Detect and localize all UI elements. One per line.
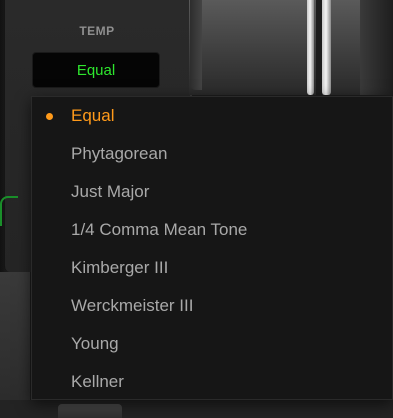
menu-item-label: Equal (71, 106, 115, 125)
menu-item-label: Werckmeister III (71, 296, 194, 315)
temp-value: Equal (76, 62, 116, 79)
menu-item-kellner[interactable]: Kellner (32, 363, 392, 401)
green-accent-line (0, 196, 18, 226)
temp-label: TEMP (79, 24, 115, 38)
chrome-rail (307, 0, 314, 95)
menu-item-kimberger-iii[interactable]: Kimberger III (32, 249, 392, 287)
menu-item-young[interactable]: Young (32, 325, 392, 363)
selected-bullet-icon (46, 113, 53, 120)
menu-item-werckmeister-iii[interactable]: Werckmeister III (32, 287, 392, 325)
temp-dropdown[interactable]: Equal (32, 52, 160, 88)
menu-item-equal[interactable]: Equal (32, 97, 392, 135)
menu-item-quarter-comma-mean-tone[interactable]: 1/4 Comma Mean Tone (32, 211, 392, 249)
menu-item-just-major[interactable]: Just Major (32, 173, 392, 211)
temperament-menu: Equal Phytagorean Just Major 1/4 Comma M… (31, 96, 393, 400)
menu-item-label: Kellner (71, 372, 124, 391)
lower-control (58, 404, 122, 418)
menu-item-label: 1/4 Comma Mean Tone (71, 220, 248, 239)
menu-item-phytagorean[interactable]: Phytagorean (32, 135, 392, 173)
right-edge (360, 0, 393, 95)
right-frame (190, 0, 202, 90)
chrome-rail (322, 0, 331, 95)
lower-left-panel (0, 272, 30, 418)
menu-item-label: Phytagorean (71, 144, 168, 163)
menu-item-label: Kimberger III (71, 258, 169, 277)
menu-item-label: Young (71, 334, 119, 353)
menu-item-label: Just Major (71, 182, 150, 201)
